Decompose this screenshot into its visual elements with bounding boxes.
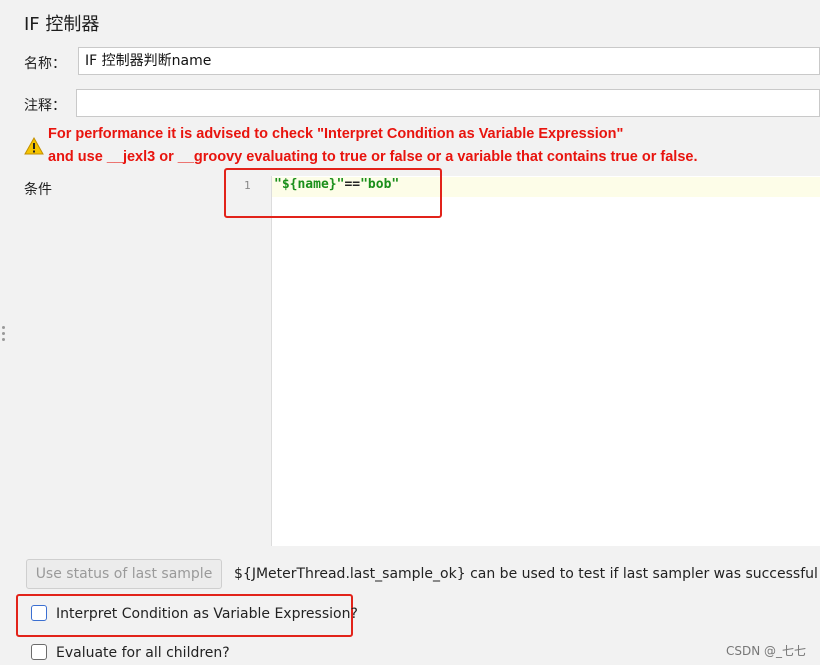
panel-title: IF 控制器 [24, 14, 100, 35]
name-label: 名称： [24, 56, 66, 72]
comment-input[interactable] [76, 89, 820, 117]
condition-editor[interactable] [224, 176, 820, 546]
warning-line-1: For performance it is advised to check "… [48, 126, 624, 142]
name-input[interactable]: IF 控制器判断name [78, 47, 820, 75]
warning-line-2: and use __jexl3 or __groovy evaluating t… [48, 149, 698, 165]
annotation-box-condition [224, 168, 442, 218]
condition-label: 条件 [24, 182, 52, 198]
use-status-button[interactable]: Use status of last sample [26, 559, 222, 589]
interpret-condition-checkbox[interactable] [31, 605, 47, 621]
evaluate-all-children-checkbox[interactable] [31, 644, 47, 660]
interpret-condition-label[interactable]: Interpret Condition as Variable Expressi… [56, 606, 358, 622]
watermark: CSDN @_七七 [725, 644, 806, 658]
comment-label: 注释： [24, 98, 66, 114]
warning-triangle-icon [24, 137, 44, 155]
splitter-handle[interactable] [2, 326, 6, 344]
evaluate-all-children-label[interactable]: Evaluate for all children? [56, 645, 230, 661]
last-sample-hint: ${JMeterThread.last_sample_ok} can be us… [234, 566, 818, 582]
editor-gutter [224, 176, 272, 546]
